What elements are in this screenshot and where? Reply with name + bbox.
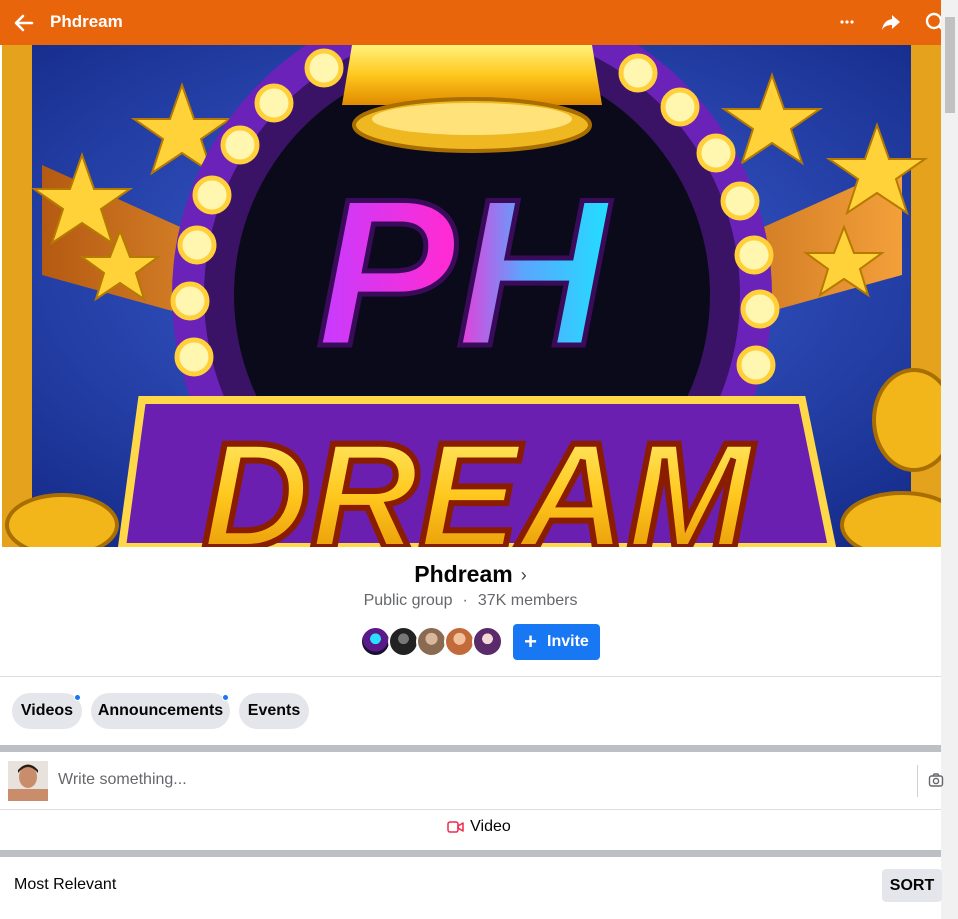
sort-label: Most Relevant <box>14 876 117 893</box>
notification-dot <box>74 694 81 701</box>
notification-dot <box>222 694 229 701</box>
video-button[interactable]: Video <box>0 818 958 836</box>
avatar <box>444 626 475 657</box>
cover-logo-dream: DREAM <box>202 411 755 547</box>
cover-artwork: PH DREAM <box>2 45 941 547</box>
write-something-input[interactable]: Write something... <box>58 771 187 789</box>
avatar <box>416 626 447 657</box>
tab-events[interactable]: Events <box>239 693 309 729</box>
plus-icon: + <box>524 629 538 654</box>
sort-button[interactable]: SORT <box>882 869 942 902</box>
top-bar: Phdream <box>0 0 958 45</box>
invite-button[interactable]: + Invite <box>513 624 600 660</box>
tab-label: Events <box>247 702 301 719</box>
tab-label: Announcements <box>97 702 224 719</box>
scrollbar-thumb[interactable] <box>945 17 955 113</box>
group-meta: Public group · 37K members <box>0 592 941 610</box>
camera-icon[interactable] <box>928 772 944 788</box>
avatar <box>388 626 419 657</box>
invite-label: Invite <box>547 633 589 650</box>
video-label: Video <box>470 818 511 835</box>
user-avatar-image <box>8 761 48 801</box>
cover-photo[interactable]: PH DREAM <box>2 45 941 547</box>
cover-logo-ph: PH <box>316 155 612 390</box>
video-camera-icon <box>447 821 464 833</box>
section-separator <box>0 745 941 752</box>
tab-label: Videos <box>20 702 74 719</box>
arrow-left-icon[interactable] <box>12 11 36 35</box>
group-name[interactable]: Phdream › <box>0 561 941 588</box>
tab-announcements[interactable]: Announcements <box>91 693 230 729</box>
divider <box>0 676 941 677</box>
page-title: Phdream <box>50 12 123 31</box>
divider <box>917 765 918 797</box>
avatar[interactable] <box>8 761 48 801</box>
tab-videos[interactable]: Videos <box>12 693 82 729</box>
more-horizontal-icon[interactable] <box>836 11 858 33</box>
share-arrow-icon[interactable] <box>879 11 903 35</box>
group-privacy: Public group <box>363 592 453 609</box>
group-members-count[interactable]: 37K members <box>478 592 578 609</box>
chevron-right-icon[interactable]: › <box>521 565 527 586</box>
group-name-text[interactable]: Phdream <box>414 561 512 587</box>
section-separator <box>0 850 941 857</box>
avatar <box>360 626 391 657</box>
divider <box>0 809 941 810</box>
avatar <box>472 626 503 657</box>
member-avatars[interactable] <box>360 626 510 657</box>
meta-separator: · <box>462 592 468 609</box>
